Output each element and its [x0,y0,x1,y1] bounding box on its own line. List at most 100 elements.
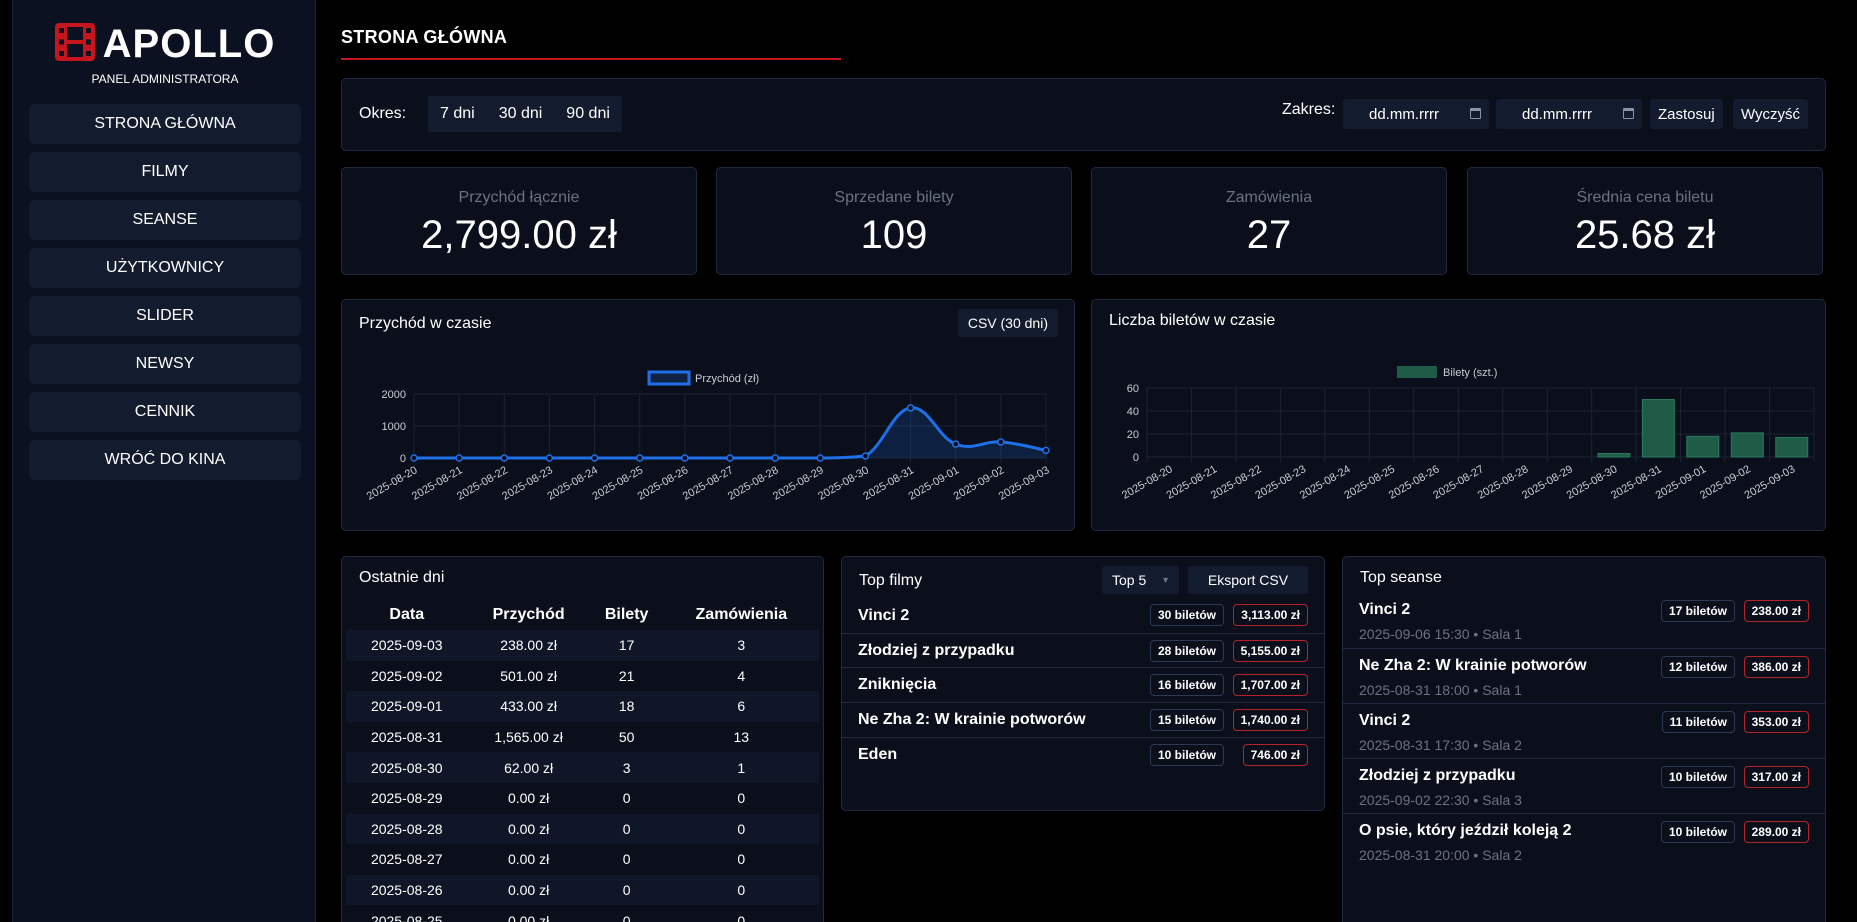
tickets-badge: 30 biletów [1149,604,1224,626]
top-n-select[interactable]: Top 5 ▼ [1102,566,1179,594]
x-tick-label: 2025-08-22 [455,464,510,503]
tickets-badge: 28 biletów [1149,639,1224,662]
table-cell: 1 [737,759,746,776]
screening-details: 2025-08-31 20:00 • Sala 2 [1359,847,1522,863]
list-item[interactable]: Vinci 2 2025-08-31 17:30 • Sala 2 11 bilet… [1343,703,1825,758]
clear-button[interactable]: Wyczyść [1733,99,1809,129]
column-header: Bilety [604,605,649,623]
table-cell: 1,565.00 zł [494,729,563,746]
list-item[interactable]: Ne Zha 2: W krainie potworów 2025-08-31 1… [1343,648,1825,703]
table-cell: 0 [737,912,746,922]
table-cell: 0 [622,820,631,837]
panel-title: Przychód w czasie [359,315,492,332]
sidebar-item-films[interactable]: FILMY [29,152,301,192]
stat-card-orders: Zamówienia 27 [1091,167,1447,275]
stat-card-avg-price: Średnia cena biletu 25.68 zł [1467,167,1823,275]
sidebar-item-pricing[interactable]: CENNIK [29,392,301,432]
table-cell: 0 [622,912,631,922]
tickets-badge: 11 biletów [1661,711,1735,733]
y-tick-label: 40 [1127,406,1139,418]
range-label: Zakres: [1282,101,1336,118]
apply-button[interactable]: Zastosuj [1650,99,1723,129]
period-30-days-button[interactable]: 30 dni [486,96,555,132]
table-cell: 0 [737,790,746,807]
calendar-icon [1470,108,1481,119]
table-cell: 2025-08-26 [370,882,443,899]
table-cell: 3 [737,637,746,654]
csv-30-days-button[interactable]: CSV (30 dni) [957,309,1058,337]
revenue-badge: 238.00 zł [1743,600,1809,622]
logo[interactable]: APOLLO PANEL ADMINISTRATORA [13,22,317,86]
list-item[interactable]: O psie, który jeździł koleją 2 2025-08-31… [1343,813,1825,868]
y-tick-label: 1000 [382,421,406,433]
sidebar-item-home[interactable]: STRONA GŁÓWNA [29,104,301,144]
list-item[interactable]: Zniknięcia 16 biletów 1,707.00 zł [842,667,1324,702]
table-row: 2025-08-25 0.00 zł 0 0 [346,905,819,922]
table-row: 2025-08-30 62.00 zł 3 1 [346,752,819,783]
film-name: Vinci 2 [858,606,910,624]
revenue-badge: 746.00 zł [1242,743,1308,766]
stat-value: 25.68 zł [1574,213,1716,257]
tickets-badge: 10 biletów [1660,821,1735,843]
sidebar-item-screenings[interactable]: SEANSE [29,200,301,240]
date-from-placeholder: dd.mm.rrrr [1369,105,1439,123]
table-row: 2025-09-03 238.00 zł 17 3 [346,630,819,661]
tickets-badge: 12 biletów [1660,656,1735,678]
chevron-down-icon: ▼ [1161,575,1170,585]
column-header: Data [389,605,425,623]
y-tick-label: 60 [1127,383,1139,395]
legend-swatch [1397,366,1437,378]
data-point [997,438,1005,446]
table-cell: 2025-08-28 [370,820,443,837]
bar [1641,399,1675,458]
column-header: Zamówienia [695,605,788,623]
list-item[interactable]: Vinci 2 2025-09-06 15:30 • Sala 1 17 bilet… [1343,593,1825,648]
table-cell: 501.00 zł [500,667,558,684]
list-item[interactable]: Ne Zha 2: W krainie potworów 15 biletów 1,… [842,702,1324,737]
stat-label: Średnia cena biletu [1576,189,1714,206]
x-tick-label: 2025-08-23 [500,464,555,503]
tickets-badge: 10 biletów [1149,743,1224,766]
bar [1597,453,1631,458]
export-csv-button[interactable]: Eksport CSV [1188,566,1308,594]
period-90-days-button[interactable]: 90 dni [554,96,622,132]
film-name: Ne Zha 2: W krainie potworów [858,711,1086,729]
screening-details: 2025-09-06 15:30 • Sala 1 [1359,626,1522,642]
screening-details: 2025-08-31 17:30 • Sala 2 [1359,737,1522,753]
table-row: 2025-09-02 501.00 zł 21 4 [346,660,819,692]
x-tick-label: 2025-09-02 [952,464,1007,503]
tickets-badge: 16 biletów [1149,674,1224,697]
date-from-input[interactable]: dd.mm.rrrr [1343,99,1489,129]
data-point [951,440,960,448]
table-cell: 2025-09-03 [370,637,443,654]
x-tick-label: 2025-08-30 [816,464,871,503]
revenue-chart-panel: Przychód w czasie CSV (30 dni) 0 1000 2000… [341,299,1075,531]
sidebar-item-slider[interactable]: SLIDER [29,296,301,336]
period-7-days-button[interactable]: 7 dni [428,96,487,132]
x-tick-label: 2025-09-03 [997,464,1052,503]
sidebar-item-users[interactable]: UŻYTKOWNICY [29,248,301,288]
table-cell: 18 [618,698,635,715]
period-button-group: 7 dni 30 dni 90 dni [428,96,622,132]
list-item[interactable]: Eden 10 biletów 746.00 zł [842,736,1324,772]
stat-value: 109 [860,213,928,257]
list-item[interactable]: Złodziej z przypadku 2025-09-02 22:30 • S… [1343,758,1825,813]
revenue-badge: 3,113.00 zł [1233,604,1308,626]
sidebar-item-news[interactable]: NEWSY [29,344,301,384]
y-tick-label: 0 [1133,452,1139,464]
table-cell: 6 [737,698,746,715]
panel-title: Liczba biletów w czasie [1109,312,1276,329]
top-n-select-value: Top 5 [1112,572,1147,588]
screening-film-name: Złodziej z przypadku [1359,767,1516,784]
sidebar-item-back-to-cinema[interactable]: WRÓĆ DO KINA [29,440,301,480]
date-to-input[interactable]: dd.mm.rrrr [1496,99,1642,129]
tickets-chart-panel: Liczba biletów w czasie 0 20 40 60 2025-08-2… [1091,299,1826,531]
table-cell: 0.00 zł [507,790,550,807]
data-point [771,454,779,462]
list-item[interactable]: Złodziej z przypadku 28 biletów 5,155.00 z… [842,632,1324,668]
revenue-badge: 317.00 zł [1743,766,1809,788]
x-tick-label: 2025-08-20 [365,464,420,503]
list-item[interactable]: Vinci 2 30 biletów 3,113.00 zł [842,598,1324,633]
x-tick-label: 2025-09-03 [1743,463,1798,502]
table-cell: 4 [737,667,746,684]
